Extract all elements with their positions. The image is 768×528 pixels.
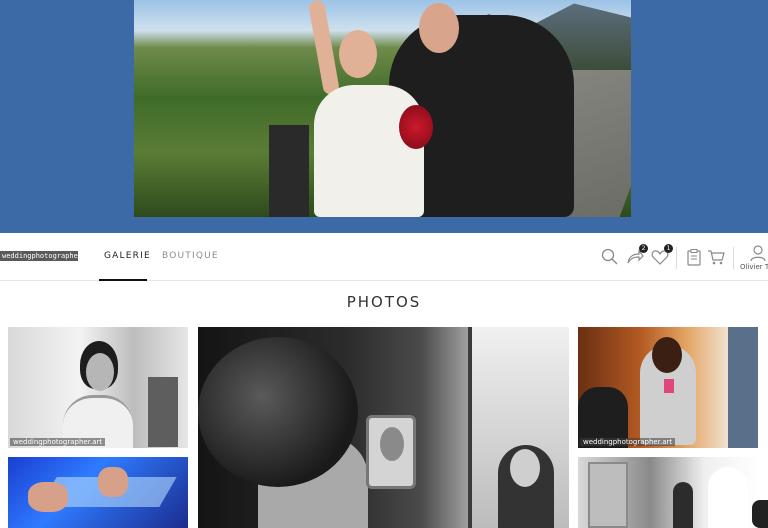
top-navbar: weddingphotographer.art GALERIE BOUTIQUE… [0,233,768,281]
gallery-photo[interactable]: weddingphotographer.art [578,327,758,448]
gallery-photo[interactable] [578,457,758,528]
nav-divider [676,247,677,269]
tab-boutique[interactable]: BOUTIQUE [162,251,219,261]
gallery-photo[interactable]: weddingphotographer.art [8,327,188,448]
gallery-photo[interactable] [198,327,569,528]
page-title: PHOTOS [346,293,422,311]
hero-banner [0,0,768,233]
tab-galerie[interactable]: GALERIE [104,251,151,261]
cart-icon[interactable] [706,247,726,267]
share-count-badge: 2 [639,244,648,253]
active-tab-indicator [99,279,147,281]
nav-divider [733,247,734,269]
site-logo[interactable]: weddingphotographer.art [0,251,78,261]
chat-widget-button[interactable] [752,500,768,528]
photo-watermark: weddingphotographer.art [10,438,106,446]
gallery-photo[interactable] [8,457,188,528]
user-icon[interactable] [748,243,768,263]
clipboard-icon[interactable] [684,247,704,267]
share-icon[interactable]: 2 [625,244,648,267]
user-name-label[interactable]: Olivier T [740,263,768,271]
heart-icon[interactable]: 1 [650,244,673,267]
search-icon[interactable] [600,247,620,267]
favorites-count-badge: 1 [664,244,673,253]
photo-watermark: weddingphotographer.art [580,438,676,446]
hero-image [134,0,631,217]
